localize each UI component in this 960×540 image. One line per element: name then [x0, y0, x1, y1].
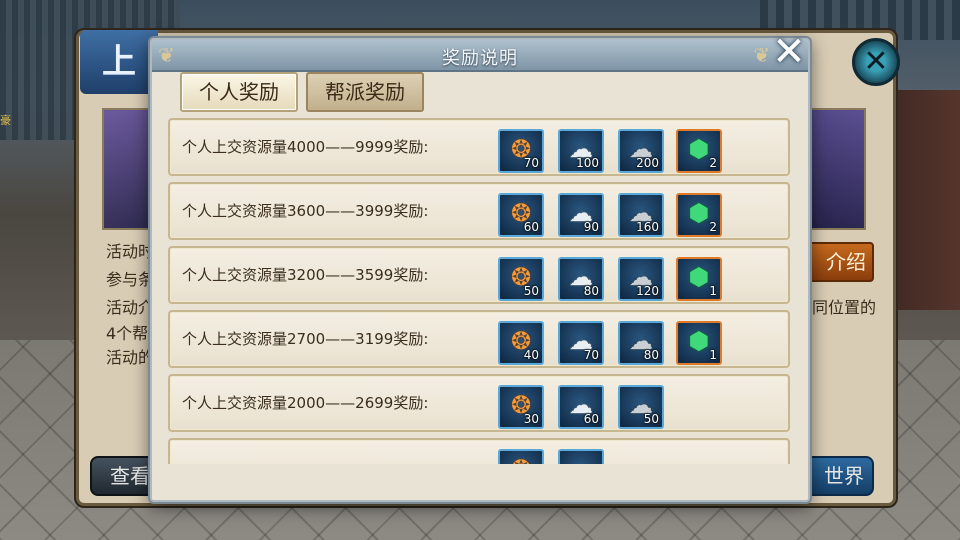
- intro-button[interactable]: 介绍: [808, 242, 874, 282]
- event-banner-right: [808, 108, 866, 230]
- item-quantity: 100: [576, 156, 599, 170]
- item-quantity: 2: [709, 220, 717, 234]
- reward-item-green-gem[interactable]: ⬢ 2: [676, 129, 722, 173]
- item-quantity: 60: [523, 220, 539, 234]
- event-text-line: 4个帮: [106, 324, 149, 343]
- event-text-right: 同位置的: [812, 298, 877, 317]
- reward-item-silver-cloud[interactable]: ☁ 70: [558, 321, 604, 365]
- reward-row: 个人上交资源量3200——3599奖励: ❂ 50 ☁ 80 ☁ 120 ⬢ 1: [168, 246, 790, 304]
- reward-item-amber-orb[interactable]: ❂ 70: [498, 129, 544, 173]
- dialog-close-icon[interactable]: ✕: [770, 32, 808, 72]
- dialog-title: 奖励说明: [442, 48, 518, 69]
- side-tag: 豪: [0, 114, 11, 127]
- reward-row-label: 个人上交资源量2000——2699奖励:: [182, 394, 429, 412]
- reward-item-ore-stone[interactable]: ☁ 50: [618, 385, 664, 429]
- item-quantity: 60: [583, 412, 599, 426]
- dialog-header: ❦ 奖励说明 ❦: [152, 40, 808, 72]
- reward-row-label: 个人上交资源量2700——3199奖励:: [182, 330, 429, 348]
- panel-close-icon[interactable]: ✕: [852, 38, 900, 86]
- reward-item-amber-orb[interactable]: ❂ 60: [498, 193, 544, 237]
- reward-item-green-gem[interactable]: ⬢ 2: [676, 193, 722, 237]
- reward-row-label: 个人上交资源量4000——9999奖励:: [182, 138, 429, 156]
- event-panel-title: 上: [80, 30, 158, 94]
- item-quantity: 40: [523, 348, 539, 362]
- reward-row-label: 个人上交资源量3200——3599奖励:: [182, 266, 429, 284]
- item-quantity: 70: [583, 348, 599, 362]
- reward-row: 个人上交资源量4000——9999奖励: ❂ 70 ☁ 100 ☁ 200 ⬢ …: [168, 118, 790, 176]
- reward-item-amber-orb[interactable]: ❂ 30: [498, 385, 544, 429]
- reward-row: 个人上交资源量3600——3999奖励: ❂ 60 ☁ 90 ☁ 160 ⬢ 2: [168, 182, 790, 240]
- item-quantity: 160: [636, 220, 659, 234]
- item-quantity: 120: [636, 284, 659, 298]
- item-quantity: 50: [523, 284, 539, 298]
- event-text-line: 活动时: [106, 242, 155, 261]
- reward-item-green-gem[interactable]: ⬢ 1: [676, 257, 722, 301]
- item-quantity: 30: [523, 412, 539, 426]
- reward-row-label: 个人上交资源量3600——3999奖励:: [182, 202, 429, 220]
- reward-row: ❂ ☁: [168, 438, 790, 464]
- item-quantity: 1: [709, 284, 717, 298]
- reward-item-silver-cloud[interactable]: ☁ 80: [558, 257, 604, 301]
- reward-item-ore-stone[interactable]: ☁ 160: [618, 193, 664, 237]
- event-text-line: 活动介: [106, 298, 155, 317]
- corner-ornament-icon: ❦: [753, 43, 770, 67]
- item-quantity: 2: [709, 156, 717, 170]
- item-quantity: 80: [643, 348, 659, 362]
- reward-item-ore-stone[interactable]: ☁ 120: [618, 257, 664, 301]
- item-quantity: 1: [709, 348, 717, 362]
- reward-item-ore-stone[interactable]: ☁ 200: [618, 129, 664, 173]
- amber-orb-icon: ❂: [500, 454, 542, 464]
- reward-item-silver-cloud[interactable]: ☁ 90: [558, 193, 604, 237]
- tab-personal-rewards[interactable]: 个人奖励: [180, 72, 298, 112]
- tab-guild-rewards[interactable]: 帮派奖励: [306, 72, 424, 112]
- event-text-line: 参与条: [106, 270, 155, 289]
- silver-cloud-icon: ☁: [560, 454, 602, 464]
- reward-item-silver-cloud[interactable]: ☁: [558, 449, 604, 464]
- reward-item-amber-orb[interactable]: ❂ 50: [498, 257, 544, 301]
- item-quantity: 70: [523, 156, 539, 170]
- reward-row: 个人上交资源量2700——3199奖励: ❂ 40 ☁ 70 ☁ 80 ⬢ 1: [168, 310, 790, 368]
- reward-item-green-gem[interactable]: ⬢ 1: [676, 321, 722, 365]
- item-quantity: 50: [643, 412, 659, 426]
- reward-item-silver-cloud[interactable]: ☁ 100: [558, 129, 604, 173]
- reward-item-silver-cloud[interactable]: ☁ 60: [558, 385, 604, 429]
- reward-list[interactable]: 个人上交资源量4000——9999奖励: ❂ 70 ☁ 100 ☁ 200 ⬢ …: [165, 118, 793, 464]
- item-quantity: 80: [583, 284, 599, 298]
- item-quantity: 200: [636, 156, 659, 170]
- reward-row: 个人上交资源量2000——2699奖励: ❂ 30 ☁ 60 ☁ 50: [168, 374, 790, 432]
- item-quantity: 90: [583, 220, 599, 234]
- reward-item-amber-orb[interactable]: ❂: [498, 449, 544, 464]
- event-text-line: 活动的: [106, 348, 155, 367]
- reward-item-ore-stone[interactable]: ☁ 80: [618, 321, 664, 365]
- reward-item-amber-orb[interactable]: ❂ 40: [498, 321, 544, 365]
